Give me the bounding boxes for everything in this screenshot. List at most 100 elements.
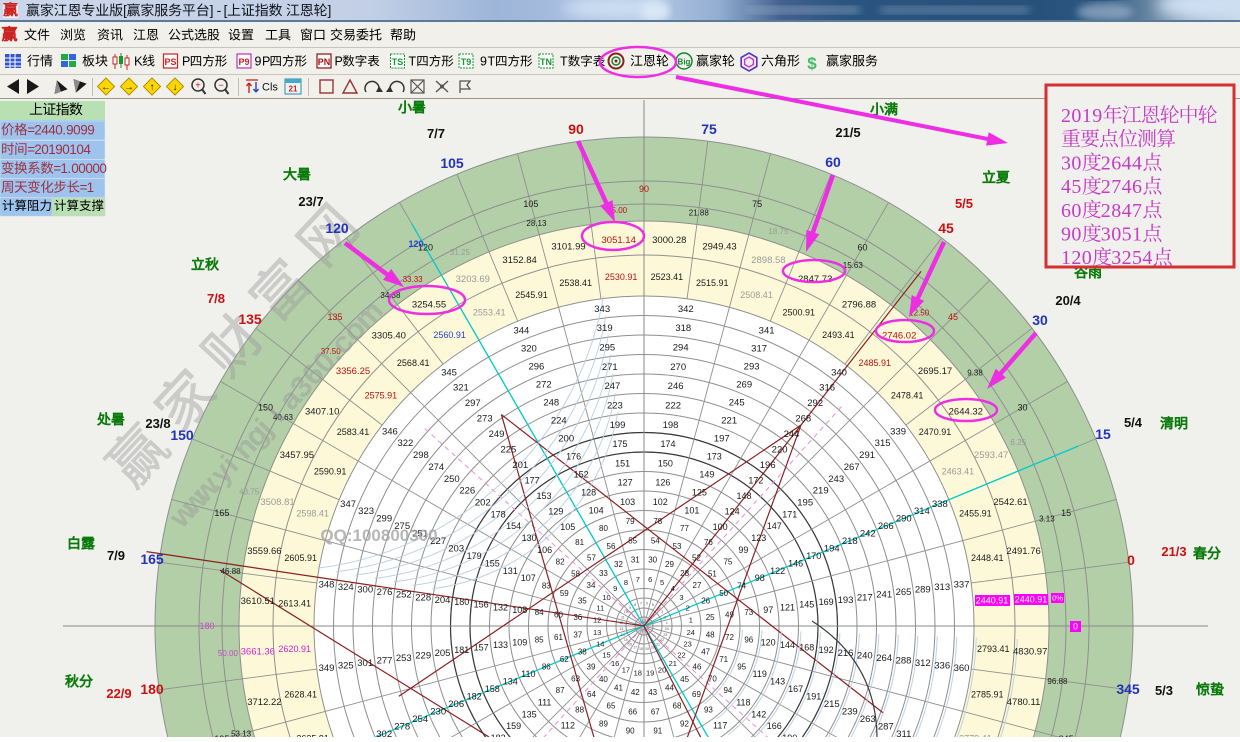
svg-text:17: 17: [622, 665, 630, 674]
svg-text:30: 30: [648, 556, 657, 565]
svg-text:0: 0: [1071, 105, 1081, 127]
svg-text:120: 120: [325, 220, 349, 236]
svg-text:341: 341: [759, 326, 775, 337]
svg-text:5/4: 5/4: [1124, 415, 1143, 430]
svg-text:314: 314: [914, 506, 930, 517]
svg-text:287: 287: [878, 722, 894, 733]
svg-text:3712.22: 3712.22: [247, 697, 281, 708]
svg-text:173: 173: [707, 451, 722, 461]
svg-text:150: 150: [170, 427, 194, 443]
svg-text:200: 200: [558, 434, 574, 445]
svg-text:Big: Big: [678, 58, 691, 67]
svg-text:2847.73: 2847.73: [798, 274, 832, 285]
svg-text:206: 206: [448, 699, 464, 710]
svg-text:145: 145: [799, 600, 814, 610]
svg-text:P: P: [262, 55, 270, 69]
svg-text:117: 117: [713, 721, 727, 731]
svg-text:2620.91: 2620.91: [278, 644, 311, 654]
svg-text:240: 240: [857, 650, 873, 661]
svg-text:183: 183: [491, 733, 506, 737]
svg-text:99: 99: [738, 545, 748, 555]
svg-text:81: 81: [575, 538, 584, 547]
svg-text:53: 53: [673, 542, 682, 551]
svg-text:21: 21: [289, 85, 298, 94]
svg-text:50.00: 50.00: [218, 649, 239, 658]
svg-text:268: 268: [795, 414, 811, 425]
svg-text:2455.91: 2455.91: [959, 509, 992, 519]
svg-text:105: 105: [523, 199, 538, 209]
svg-text:9: 9: [1061, 224, 1071, 246]
svg-text:302: 302: [376, 729, 392, 737]
svg-text:4: 4: [1122, 200, 1132, 222]
svg-text:20: 20: [651, 645, 655, 649]
svg-text:109: 109: [512, 638, 527, 648]
svg-text:196: 196: [760, 460, 776, 471]
svg-text:20/4: 20/4: [1055, 293, 1081, 308]
svg-text:2628.41: 2628.41: [284, 690, 317, 700]
svg-text:92: 92: [680, 720, 689, 729]
svg-text:K: K: [134, 53, 143, 68]
svg-text:180: 180: [199, 621, 214, 631]
svg-text:345: 345: [1116, 681, 1140, 697]
svg-text:2593.47: 2593.47: [974, 450, 1008, 461]
svg-text:69: 69: [692, 690, 701, 699]
svg-text:6: 6: [648, 575, 652, 584]
svg-text:2485.91: 2485.91: [859, 358, 892, 368]
svg-text:325: 325: [338, 661, 354, 672]
svg-text:132: 132: [493, 602, 508, 612]
svg-text:7: 7: [1111, 176, 1121, 198]
svg-text:320: 320: [521, 344, 537, 355]
svg-text:125: 125: [692, 487, 707, 497]
svg-text:319: 319: [597, 323, 613, 334]
svg-text:324: 324: [338, 582, 354, 593]
svg-text:147: 147: [767, 521, 782, 531]
svg-text:45: 45: [938, 220, 954, 236]
svg-text:3508.81: 3508.81: [260, 497, 294, 508]
svg-text:2: 2: [1122, 247, 1132, 269]
svg-text:32: 32: [614, 560, 623, 569]
svg-text:340: 340: [831, 367, 847, 378]
svg-text:5: 5: [1132, 247, 1142, 269]
svg-text:104: 104: [589, 505, 604, 515]
svg-text:2796.88: 2796.88: [842, 300, 876, 311]
svg-text:4: 4: [1122, 176, 1132, 198]
svg-text:2: 2: [686, 604, 690, 613]
svg-text:349: 349: [319, 663, 335, 674]
svg-text:21/5: 21/5: [835, 125, 860, 140]
svg-text:73: 73: [744, 608, 753, 617]
svg-text:TN: TN: [540, 57, 552, 67]
svg-text:48: 48: [706, 631, 715, 640]
svg-text:83: 83: [542, 581, 551, 590]
svg-text:168: 168: [799, 643, 814, 653]
svg-text:297: 297: [465, 398, 481, 409]
svg-text:4: 4: [1061, 176, 1071, 198]
svg-text:24: 24: [665, 627, 669, 631]
svg-text:159: 159: [506, 721, 521, 731]
svg-text:21.88: 21.88: [689, 209, 710, 218]
svg-text:2605.91: 2605.91: [284, 553, 317, 563]
svg-text:158: 158: [485, 684, 500, 694]
svg-text:246: 246: [668, 381, 684, 392]
svg-text:16: 16: [628, 642, 632, 646]
svg-text:322: 322: [397, 438, 413, 449]
svg-text:276: 276: [377, 587, 393, 598]
svg-text:3: 3: [1061, 152, 1071, 174]
svg-text:23: 23: [684, 640, 692, 649]
svg-text:T: T: [560, 55, 568, 69]
svg-text:43.75: 43.75: [239, 488, 260, 497]
svg-text:$: $: [807, 54, 817, 73]
svg-text:241: 241: [876, 590, 892, 601]
svg-text:96: 96: [744, 636, 753, 645]
svg-text:0: 0: [1127, 552, 1135, 568]
svg-text:51: 51: [708, 569, 717, 578]
svg-text:252: 252: [396, 590, 412, 601]
svg-text:2613.41: 2613.41: [278, 598, 311, 608]
svg-text:270: 270: [670, 362, 686, 373]
svg-text:180: 180: [140, 681, 164, 697]
svg-text:63: 63: [571, 674, 580, 683]
svg-text:24: 24: [687, 628, 695, 637]
svg-text:2: 2: [1101, 200, 1111, 222]
svg-text:121: 121: [780, 602, 795, 612]
svg-text:98: 98: [755, 573, 765, 583]
svg-text:2470.91: 2470.91: [919, 427, 952, 437]
